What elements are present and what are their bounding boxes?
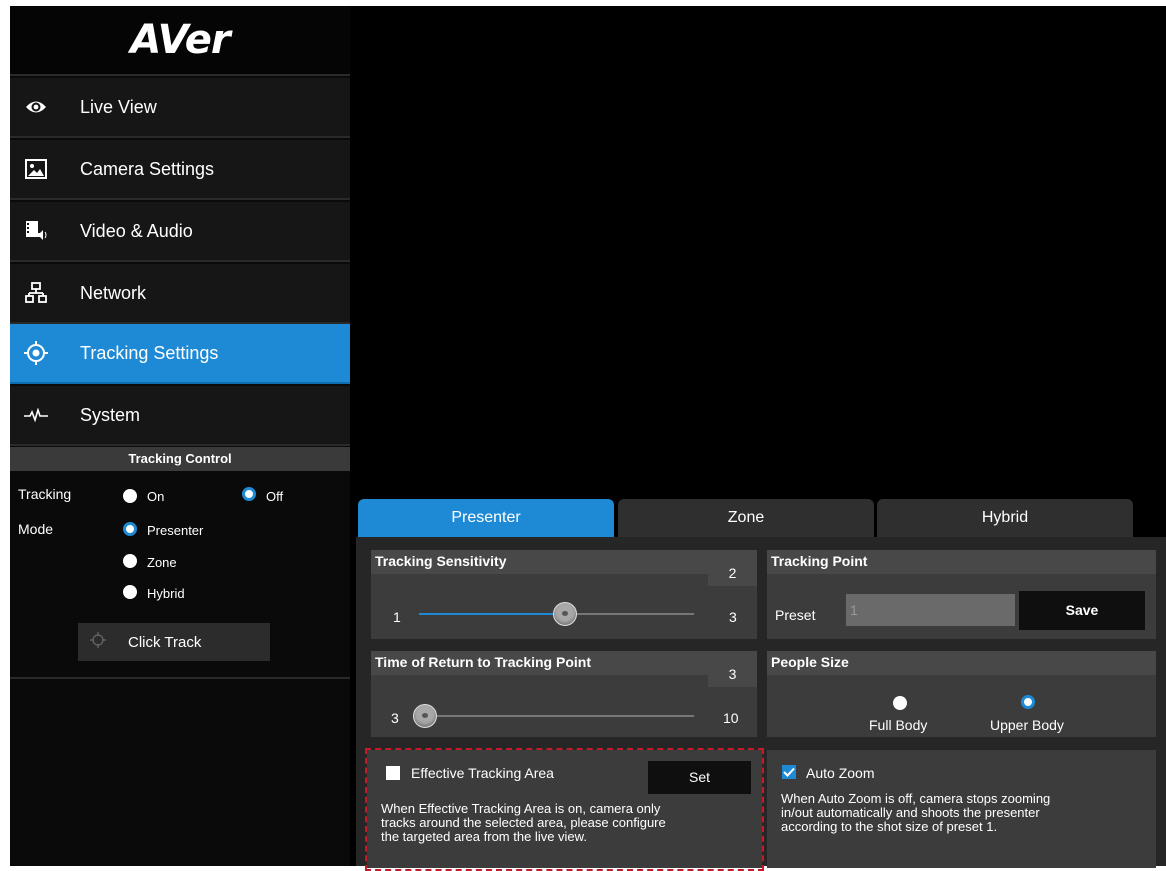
auto-zoom-box: Auto Zoom When Auto Zoom is off, camera … — [767, 750, 1156, 868]
sidebar-item-label: Network — [80, 282, 147, 303]
aver-logo: AVer — [10, 6, 350, 76]
sidebar-item-video-audio[interactable]: Video & Audio — [10, 202, 350, 262]
effective-area-highlight — [365, 748, 764, 871]
description-line: When Auto Zoom is off, camera stops zoom… — [781, 791, 1051, 806]
sidebar-item-label: Live View — [80, 96, 157, 117]
auto-zoom-description: When Auto Zoom is off, camera stops zoom… — [781, 792, 1151, 834]
mode-presenter-radio[interactable] — [123, 522, 137, 536]
tracking-point-box: Tracking Point Preset Save — [767, 550, 1156, 639]
people-size-title: People Size — [767, 651, 1156, 675]
return-time-slider-thumb[interactable] — [413, 704, 437, 728]
pulse-icon — [24, 403, 48, 427]
sidebar-item-camera-settings[interactable]: Camera Settings — [10, 140, 350, 200]
tab-presenter[interactable]: Presenter — [358, 499, 614, 537]
crosshair-icon — [90, 631, 106, 653]
sidebar-item-tracking-settings[interactable]: Tracking Settings — [10, 324, 350, 384]
sidebar-item-system[interactable]: System — [10, 386, 350, 446]
logo-text: AVer — [130, 17, 230, 63]
mode-presenter-label: Presenter — [147, 523, 204, 538]
sidebar-item-label: Video & Audio — [80, 220, 193, 241]
tracking-off-radio[interactable] — [242, 487, 256, 501]
sidebar: AVer Live View Camera Settings Video & A… — [10, 6, 350, 866]
sensitivity-min-label: 1 — [393, 609, 401, 625]
sensitivity-slider-fill — [419, 613, 559, 615]
mode-zone-label: Zone — [147, 555, 177, 570]
sidebar-item-label: System — [80, 404, 141, 425]
description-line: in/out automatically and shoots the pres… — [781, 805, 1040, 820]
tracking-on-label: On — [147, 489, 165, 504]
tracking-sensitivity-value: 2 — [708, 550, 757, 586]
image-icon — [24, 157, 48, 181]
sidebar-item-live-view[interactable]: Live View — [10, 78, 350, 138]
return-time-title: Time of Return to Tracking Point — [371, 651, 708, 675]
tracking-sensitivity-title: Tracking Sensitivity — [371, 550, 708, 574]
return-time-min-label: 3 — [391, 710, 399, 726]
return-time-slider-track[interactable] — [419, 715, 694, 717]
tracking-point-title: Tracking Point — [767, 550, 1156, 574]
tracking-label: Tracking — [18, 486, 72, 502]
network-icon — [24, 281, 48, 305]
return-time-value: 3 — [708, 651, 757, 687]
live-view-area[interactable] — [350, 6, 1166, 486]
save-button[interactable]: Save — [1019, 591, 1145, 630]
mode-label: Mode — [18, 521, 54, 537]
mode-hybrid-label: Hybrid — [147, 586, 185, 601]
sidebar-divider — [10, 677, 350, 679]
mode-hybrid-radio[interactable] — [123, 585, 137, 599]
return-time-box: Time of Return to Tracking Point 3 3 10 — [371, 651, 757, 737]
app-frame: AVer Live View Camera Settings Video & A… — [10, 6, 1166, 871]
tab-hybrid[interactable]: Hybrid — [877, 499, 1133, 537]
preset-input[interactable] — [846, 594, 1015, 626]
upper-body-label: Upper Body — [990, 717, 1064, 733]
tab-zone[interactable]: Zone — [618, 499, 874, 537]
upper-body-radio[interactable] — [1021, 695, 1035, 709]
target-icon — [24, 341, 48, 365]
film-audio-icon — [24, 219, 48, 243]
mode-zone-radio[interactable] — [123, 554, 137, 568]
description-line: according to the shot size of preset 1. — [781, 819, 998, 834]
full-body-radio[interactable] — [893, 696, 907, 710]
people-size-box: People Size Full Body Upper Body — [767, 651, 1156, 737]
sidebar-item-label: Tracking Settings — [80, 342, 219, 363]
tracking-control-header: Tracking Control — [10, 447, 350, 471]
auto-zoom-checkbox[interactable] — [782, 765, 796, 779]
sidebar-item-label: Camera Settings — [80, 158, 215, 179]
sensitivity-slider-thumb[interactable] — [553, 602, 577, 626]
preset-label: Preset — [775, 607, 816, 623]
sidebar-item-network[interactable]: Network — [10, 264, 350, 324]
sensitivity-max-label: 3 — [729, 609, 737, 625]
tracking-on-radio[interactable] — [123, 489, 137, 503]
check-icon — [783, 767, 795, 777]
tracking-sensitivity-box: Tracking Sensitivity 2 1 3 — [371, 550, 757, 639]
full-body-label: Full Body — [869, 717, 928, 733]
click-track-button[interactable]: Click Track — [78, 623, 270, 661]
return-time-max-label: 10 — [723, 710, 739, 726]
auto-zoom-label: Auto Zoom — [806, 765, 875, 781]
click-track-label: Click Track — [128, 633, 202, 651]
eye-icon — [24, 95, 48, 119]
tracking-off-label: Off — [266, 489, 284, 504]
